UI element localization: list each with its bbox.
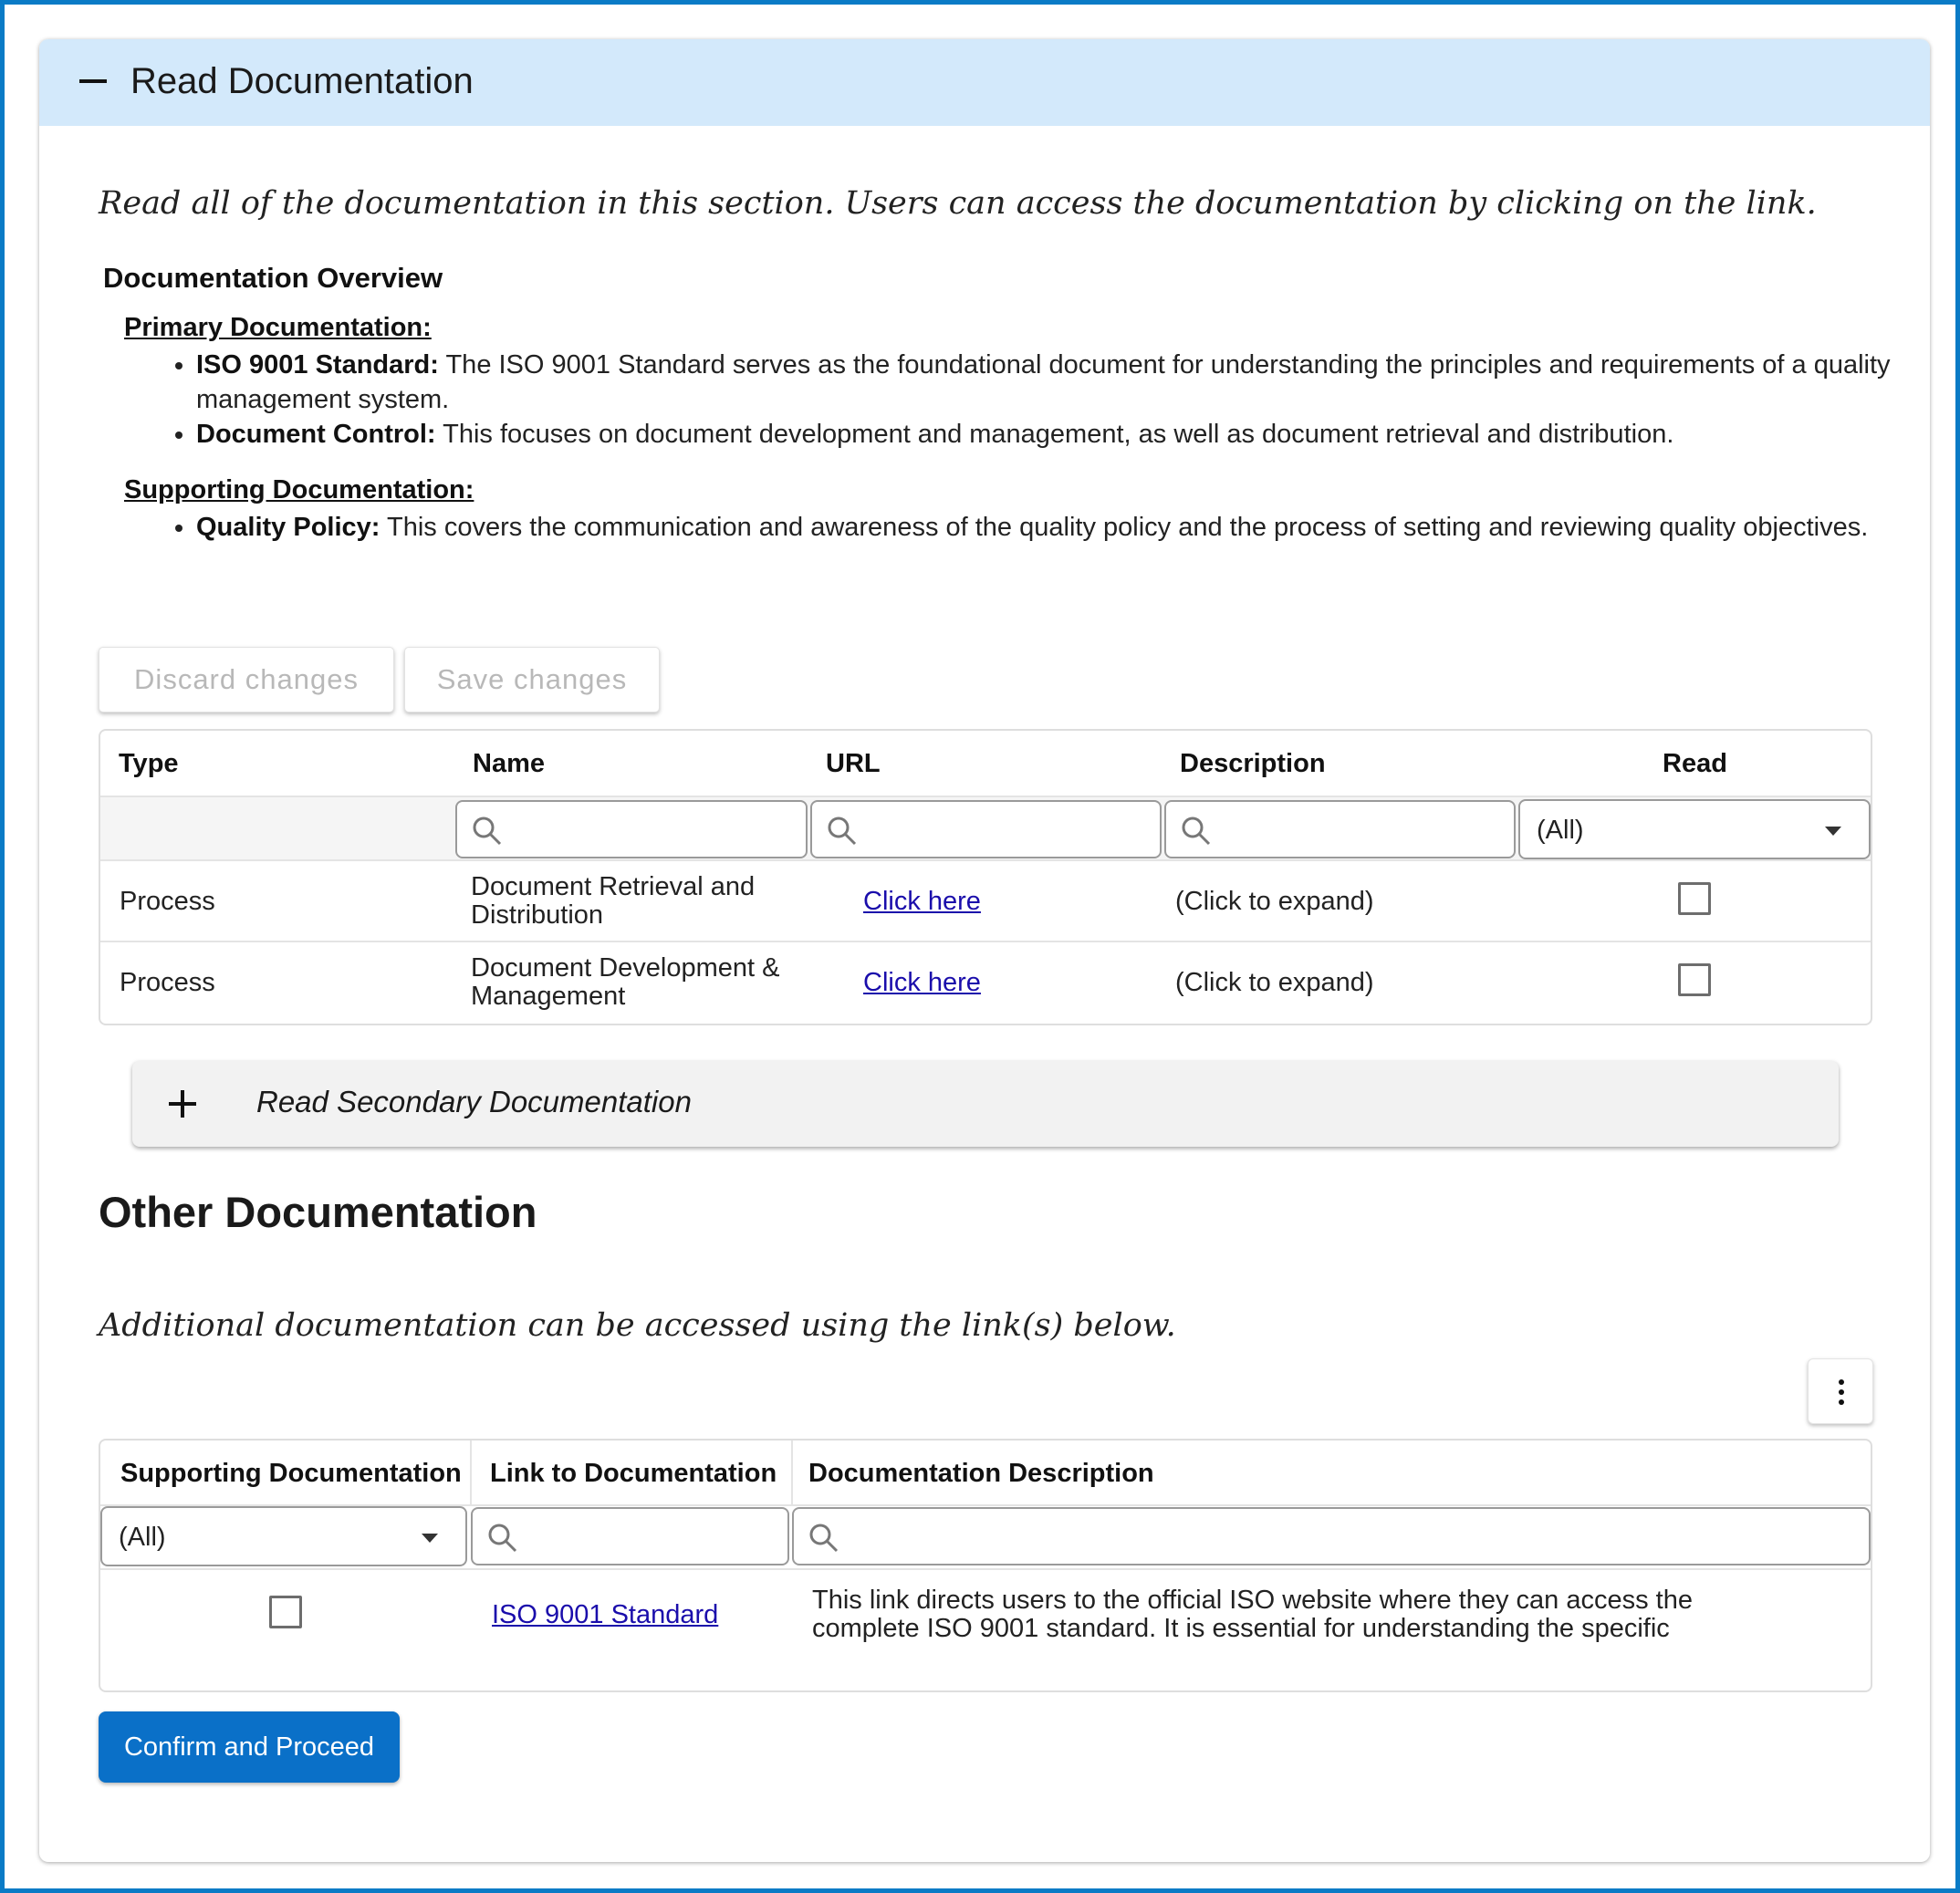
url-link[interactable]: Click here [863,968,981,998]
read-filter-select[interactable]: (All) [1518,799,1871,859]
column-header-documentation-description[interactable]: Documentation Description [808,1459,1154,1489]
description-line: This link directs users to the official … [812,1586,1693,1615]
url-search-input[interactable] [810,800,1162,858]
divider [100,941,1871,942]
column-header-supporting-documentation[interactable]: Supporting Documentation [120,1459,462,1489]
search-icon [473,816,502,846]
other-documentation-subtitle: Additional documentation can be accessed… [99,1307,1176,1344]
column-header-name[interactable]: Name [473,749,545,779]
read-checkbox[interactable] [1678,963,1711,996]
search-icon [488,1524,517,1553]
documentation-grid: Type Name URL Description Read (All) Pro… [99,729,1872,1025]
collapse-icon[interactable] [79,79,107,83]
read-checkbox[interactable] [1678,882,1711,915]
kebab-dot [1839,1389,1844,1395]
column-header-link[interactable]: Link to Documentation [490,1459,777,1489]
supporting-documentation-checkbox[interactable] [269,1596,302,1628]
column-divider [791,1441,793,1504]
list-item-term: Quality Policy: [196,513,381,542]
cell-description[interactable]: (Click to expand) [1175,887,1374,917]
column-header-description[interactable]: Description [1180,749,1326,779]
cell-type: Process [120,968,215,997]
search-icon [809,1524,839,1553]
description-line: complete ISO 9001 standard. It is essent… [812,1614,1670,1643]
list-item-text: The ISO 9001 Standard serves as the foun… [196,350,1891,414]
window-frame: Read Documentation Read all of the docum… [0,0,1960,1893]
column-header-read[interactable]: Read [1663,749,1727,779]
documentation-description-search-input[interactable] [792,1507,1871,1565]
chevron-down-icon [422,1534,438,1543]
more-options-button[interactable] [1808,1358,1873,1424]
iso-9001-standard-link[interactable]: ISO 9001 Standard [492,1600,718,1630]
cell-name-line: Distribution [471,900,604,930]
supporting-filter-value: (All) [119,1523,166,1552]
cell-type: Process [120,887,215,916]
kebab-dot [1839,1379,1844,1385]
chevron-down-icon [1825,827,1841,836]
column-header-url[interactable]: URL [826,749,881,779]
primary-documentation-heading: Primary Documentation: [124,313,432,342]
list-item-term: ISO 9001 Standard: [196,350,439,380]
cell-name-line: Document Development & [471,953,780,983]
supporting-documentation-heading: Supporting Documentation: [124,475,474,504]
read-filter-value: (All) [1537,816,1584,845]
divider [100,1568,1871,1570]
url-link[interactable]: Click here [863,887,981,917]
list-item-text: This focuses on document development and… [435,420,1674,449]
confirm-and-proceed-button[interactable]: Confirm and Proceed [99,1711,400,1783]
other-documentation-grid: Supporting Documentation Link to Documen… [99,1439,1872,1692]
discard-changes-button[interactable]: Discard changes [99,647,394,712]
read-secondary-documentation-panel[interactable]: Read Secondary Documentation [132,1061,1839,1147]
intro-text: Read all of the documentation in this se… [99,185,1817,222]
overview-title: Documentation Overview [103,262,443,294]
read-documentation-panel: Read Documentation Read all of the docum… [39,39,1930,1862]
secondary-panel-title: Read Secondary Documentation [256,1085,692,1118]
column-header-type[interactable]: Type [119,749,179,779]
kebab-dot [1839,1399,1844,1405]
cell-description[interactable]: (Click to expand) [1175,968,1374,998]
cell-name-line: Management [471,982,626,1011]
name-search-input[interactable] [455,800,808,858]
expand-icon[interactable] [169,1090,196,1118]
cell-name: Document Development & Management [471,954,780,1011]
primary-documentation-list: ISO 9001 Standard: The ISO 9001 Standard… [124,348,1894,452]
search-icon [828,816,857,846]
cell-name-line: Document Retrieval and [471,872,756,901]
cell-documentation-description: This link directs users to the official … [812,1586,1693,1643]
panel-title: Read Documentation [130,61,474,101]
save-changes-button[interactable]: Save changes [404,647,660,712]
other-documentation-title: Other Documentation [99,1188,537,1236]
list-item: ISO 9001 Standard: The ISO 9001 Standard… [196,348,1894,417]
search-icon [1182,816,1211,846]
list-item: Quality Policy: This covers the communic… [196,510,1894,545]
divider [100,859,1871,861]
list-item-text: This covers the communication and awaren… [380,513,1869,542]
cell-name: Document Retrieval and Distribution [471,873,755,930]
link-search-input[interactable] [471,1507,789,1565]
description-search-input[interactable] [1164,800,1516,858]
column-divider [470,1441,472,1504]
list-item: Document Control: This focuses on docume… [196,417,1894,452]
list-item-term: Document Control: [196,420,436,449]
supporting-filter-select[interactable]: (All) [100,1506,467,1566]
panel-header[interactable]: Read Documentation [39,39,1930,126]
supporting-documentation-list: Quality Policy: This covers the communic… [124,510,1894,545]
